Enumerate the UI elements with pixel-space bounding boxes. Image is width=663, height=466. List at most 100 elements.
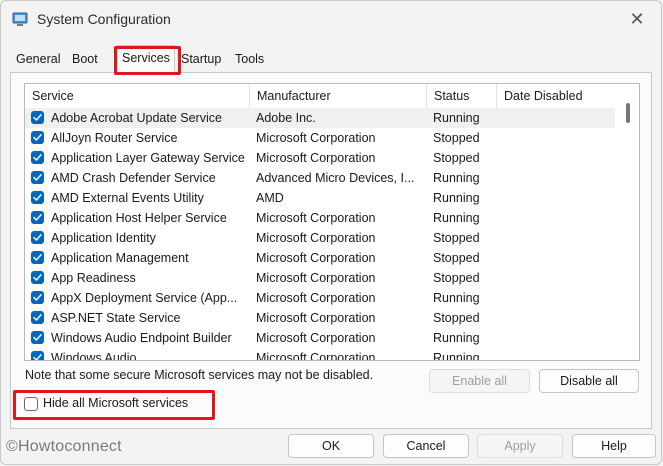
table-row[interactable]: AMD Crash Defender Service Advanced Micro… bbox=[25, 168, 615, 188]
help-button[interactable]: Help bbox=[572, 434, 656, 458]
watermark: ©Howtoconnect bbox=[6, 438, 122, 455]
service-checkbox[interactable] bbox=[31, 231, 44, 244]
service-checkbox[interactable] bbox=[31, 151, 44, 164]
table-row[interactable]: AllJoyn Router Service Microsoft Corporat… bbox=[25, 128, 615, 148]
disable-all-button[interactable]: Disable all bbox=[539, 369, 639, 393]
service-name: AMD Crash Defender Service bbox=[51, 171, 216, 185]
msconfig-icon bbox=[12, 11, 28, 27]
service-checkbox[interactable] bbox=[31, 131, 44, 144]
close-icon[interactable]: ✕ bbox=[627, 9, 647, 29]
service-checkbox[interactable] bbox=[31, 171, 44, 184]
service-name: Windows Audio bbox=[51, 351, 137, 361]
checkmark-icon bbox=[33, 114, 42, 121]
service-rows: Adobe Acrobat Update Service Adobe Inc. Ru… bbox=[25, 108, 615, 361]
service-checkbox[interactable] bbox=[31, 311, 44, 324]
checkmark-icon bbox=[33, 174, 42, 181]
window-title: System Configuration bbox=[37, 11, 171, 27]
ok-button[interactable]: OK bbox=[288, 434, 374, 458]
table-row[interactable]: ASP.NET State Service Microsoft Corporati… bbox=[25, 308, 615, 328]
service-manufacturer: Microsoft Corporation bbox=[256, 331, 376, 345]
service-name: Application Identity bbox=[51, 231, 156, 245]
table-row[interactable]: App Readiness Microsoft Corporation Stoppe… bbox=[25, 268, 615, 288]
secure-services-note: Note that some secure Microsoft services… bbox=[25, 368, 374, 382]
service-name: Application Host Helper Service bbox=[51, 211, 227, 225]
service-status: Running bbox=[433, 331, 480, 345]
table-row[interactable]: Application Layer Gateway Service Microso… bbox=[25, 148, 615, 168]
service-manufacturer: AMD bbox=[256, 191, 284, 205]
service-manufacturer: Microsoft Corporation bbox=[256, 351, 376, 361]
service-name: Application Management bbox=[51, 251, 189, 265]
column-header-service[interactable]: Service bbox=[25, 84, 250, 108]
service-checkbox[interactable] bbox=[31, 351, 44, 360]
checkmark-icon bbox=[33, 214, 42, 221]
checkmark-icon bbox=[33, 234, 42, 241]
cancel-button[interactable]: Cancel bbox=[383, 434, 469, 458]
table-row[interactable]: Windows Audio Microsoft Corporation Runnin… bbox=[25, 348, 615, 361]
service-status: Running bbox=[433, 111, 480, 125]
service-manufacturer: Microsoft Corporation bbox=[256, 231, 376, 245]
tab-tools[interactable]: Tools bbox=[231, 47, 268, 71]
service-name: Windows Audio Endpoint Builder bbox=[51, 331, 232, 345]
service-manufacturer: Microsoft Corporation bbox=[256, 151, 376, 165]
checkmark-icon bbox=[33, 194, 42, 201]
service-manufacturer: Adobe Inc. bbox=[256, 111, 316, 125]
service-name: Application Layer Gateway Service bbox=[51, 151, 245, 165]
table-row[interactable]: Application Host Helper Service Microsoft… bbox=[25, 208, 615, 228]
checkmark-icon bbox=[33, 334, 42, 341]
service-manufacturer: Microsoft Corporation bbox=[256, 291, 376, 305]
service-name: App Readiness bbox=[51, 271, 136, 285]
table-row[interactable]: AppX Deployment Service (App... Microsoft… bbox=[25, 288, 615, 308]
checkmark-icon bbox=[33, 134, 42, 141]
service-status: Stopped bbox=[433, 151, 480, 165]
service-checkbox[interactable] bbox=[31, 271, 44, 284]
service-manufacturer: Microsoft Corporation bbox=[256, 211, 376, 225]
service-status: Running bbox=[433, 171, 480, 185]
service-manufacturer: Microsoft Corporation bbox=[256, 271, 376, 285]
service-status: Stopped bbox=[433, 251, 480, 265]
services-tab-highlight bbox=[114, 46, 181, 75]
table-row[interactable]: Application Identity Microsoft Corporatio… bbox=[25, 228, 615, 248]
apply-button[interactable]: Apply bbox=[477, 434, 563, 458]
list-header: Service Manufacturer Status Date Disable… bbox=[25, 84, 639, 109]
service-status: Running bbox=[433, 211, 480, 225]
service-manufacturer: Advanced Micro Devices, I... bbox=[256, 171, 415, 185]
column-header-date-disabled[interactable]: Date Disabled bbox=[497, 84, 613, 108]
system-configuration-window: System Configuration ✕ General Boot Serv… bbox=[0, 0, 662, 465]
tab-general[interactable]: General bbox=[12, 47, 64, 71]
service-checkbox[interactable] bbox=[31, 191, 44, 204]
service-status: Running bbox=[433, 191, 480, 205]
checkmark-icon bbox=[33, 354, 42, 360]
checkmark-icon bbox=[33, 154, 42, 161]
table-row[interactable]: Windows Audio Endpoint Builder Microsoft … bbox=[25, 328, 615, 348]
table-row[interactable]: AMD External Events Utility AMD Running bbox=[25, 188, 615, 208]
service-manufacturer: Microsoft Corporation bbox=[256, 311, 376, 325]
service-manufacturer: Microsoft Corporation bbox=[256, 251, 376, 265]
service-status: Stopped bbox=[433, 231, 480, 245]
tab-startup[interactable]: Startup bbox=[177, 47, 225, 71]
tab-boot[interactable]: Boot bbox=[68, 47, 102, 71]
table-row[interactable]: Application Management Microsoft Corporat… bbox=[25, 248, 615, 268]
service-checkbox[interactable] bbox=[31, 331, 44, 344]
service-checkbox[interactable] bbox=[31, 211, 44, 224]
scrollbar-thumb[interactable] bbox=[626, 103, 630, 123]
service-name: AMD External Events Utility bbox=[51, 191, 204, 205]
service-status: Running bbox=[433, 351, 480, 361]
service-checkbox[interactable] bbox=[31, 111, 44, 124]
enable-all-button[interactable]: Enable all bbox=[429, 369, 530, 393]
table-row[interactable]: Adobe Acrobat Update Service Adobe Inc. Ru… bbox=[25, 108, 615, 128]
title-bar[interactable]: System Configuration ✕ bbox=[1, 1, 661, 37]
service-name: AppX Deployment Service (App... bbox=[51, 291, 238, 305]
hide-microsoft-services-highlight bbox=[13, 390, 215, 420]
service-name: AllJoyn Router Service bbox=[51, 131, 178, 145]
services-list[interactable]: Service Manufacturer Status Date Disable… bbox=[24, 83, 640, 361]
service-name: ASP.NET State Service bbox=[51, 311, 181, 325]
service-checkbox[interactable] bbox=[31, 291, 44, 304]
column-header-manufacturer[interactable]: Manufacturer bbox=[250, 84, 427, 108]
column-header-status[interactable]: Status bbox=[427, 84, 497, 108]
service-status: Stopped bbox=[433, 271, 480, 285]
service-status: Stopped bbox=[433, 131, 480, 145]
service-checkbox[interactable] bbox=[31, 251, 44, 264]
service-status: Stopped bbox=[433, 311, 480, 325]
checkmark-icon bbox=[33, 274, 42, 281]
vertical-scrollbar[interactable] bbox=[615, 84, 639, 360]
